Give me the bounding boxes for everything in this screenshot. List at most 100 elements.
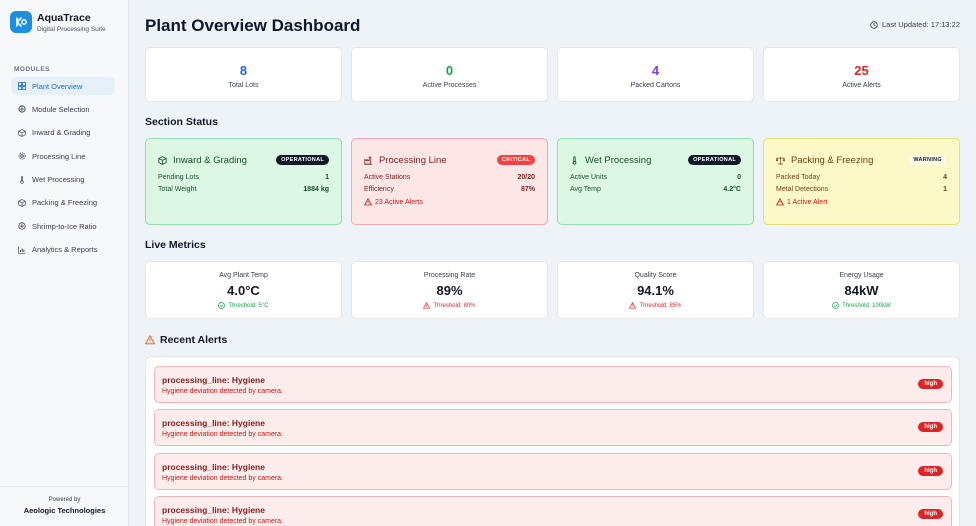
warning-triangle-icon bbox=[145, 335, 155, 345]
aquatrace-logo-icon bbox=[10, 11, 32, 33]
card-row: Avg Temp 4.2°C bbox=[570, 186, 741, 193]
modules-icon bbox=[18, 105, 26, 113]
metric-value: 4.0°C bbox=[227, 283, 260, 298]
status-card-packing-freezing[interactable]: Packing & Freezing WARNING Packed Today 4… bbox=[763, 138, 960, 225]
row-value: 1884 kg bbox=[303, 186, 329, 193]
metric-card-avg-plant-temp: Avg Plant Temp 4.0°C Threshold: 5°C bbox=[145, 261, 342, 319]
card-title: Packing & Freezing bbox=[791, 154, 874, 166]
check-circle-icon bbox=[218, 302, 226, 309]
company-name: Aeologic Technologies bbox=[23, 506, 106, 515]
metric-threshold-text: Threshold: 85% bbox=[639, 302, 682, 309]
severity-badge: high bbox=[918, 509, 943, 519]
sidebar-item-inward-grading[interactable]: Inward & Grading bbox=[11, 124, 115, 142]
status-badge: OPERATIONAL bbox=[688, 155, 741, 165]
gear-icon bbox=[18, 152, 26, 160]
metric-value: 89% bbox=[436, 283, 463, 298]
package-icon bbox=[18, 199, 26, 207]
last-updated-text: Last Updated: 17:13:22 bbox=[882, 20, 960, 29]
metric-threshold: Threshold: 100kW bbox=[764, 302, 959, 309]
row-label: Avg Temp bbox=[570, 186, 601, 193]
alert-item[interactable]: processing_line: Hygiene Hygiene deviati… bbox=[154, 453, 952, 490]
severity-badge: high bbox=[918, 379, 943, 389]
warning-triangle-icon bbox=[629, 302, 637, 309]
sidebar-footer: Powered by Aeologic Technologies bbox=[0, 486, 129, 526]
card-title: Processing Line bbox=[379, 154, 447, 166]
sidebar-item-plant-overview[interactable]: Plant Overview bbox=[11, 77, 115, 95]
sidebar-item-module-selection[interactable]: Module Selection bbox=[11, 100, 115, 118]
alert-item[interactable]: processing_line: Hygiene Hygiene deviati… bbox=[154, 496, 952, 526]
powered-by-label: Powered by bbox=[48, 497, 81, 503]
sidebar-item-packing-freezing[interactable]: Packing & Freezing bbox=[11, 194, 115, 212]
factory-icon bbox=[364, 156, 373, 165]
status-badge: CRITICAL bbox=[496, 155, 535, 165]
sidebar-item-processing-line[interactable]: Processing Line bbox=[11, 147, 115, 165]
row-label: Metal Detections bbox=[776, 186, 829, 193]
sidebar-item-wet-processing[interactable]: Wet Processing bbox=[11, 171, 115, 189]
alert-title: processing_line: Hygiene bbox=[162, 505, 265, 515]
section-status-heading: Section Status bbox=[145, 116, 218, 128]
warning-triangle-icon bbox=[776, 198, 784, 206]
recent-alerts-panel: processing_line: Hygiene Hygiene deviati… bbox=[145, 356, 960, 526]
card-alert: 23 Active Alerts bbox=[364, 198, 535, 206]
metric-threshold: Threshold: 85% bbox=[558, 302, 753, 309]
status-card-inward-grading[interactable]: Inward & Grading OPERATIONAL Pending Lot… bbox=[145, 138, 342, 225]
box-icon bbox=[18, 128, 26, 137]
card-row: Active Stations 20/20 bbox=[364, 174, 535, 181]
row-label: Packed Today bbox=[776, 174, 820, 181]
row-value: 87% bbox=[520, 186, 535, 193]
status-card-processing-line[interactable]: Processing Line CRITICAL Active Stations… bbox=[351, 138, 548, 225]
metric-threshold: Threshold: 80% bbox=[352, 302, 547, 309]
card-row: Efficiency 87% bbox=[364, 186, 535, 193]
status-card-wet-processing[interactable]: Wet Processing OPERATIONAL Active Units 0… bbox=[557, 138, 754, 225]
alert-description: Hygiene deviation detected by camera. bbox=[162, 388, 284, 395]
metric-threshold-text: Threshold: 100kW bbox=[842, 302, 891, 309]
row-value: 0 bbox=[737, 174, 741, 181]
row-label: Pending Lots bbox=[158, 174, 199, 181]
metric-card-processing-rate: Processing Rate 89% Threshold: 80% bbox=[351, 261, 548, 319]
metric-label: Quality Score bbox=[634, 272, 677, 279]
live-metrics-heading: Live Metrics bbox=[145, 239, 206, 251]
metric-value: 84kW bbox=[844, 283, 879, 298]
sidebar-item-label: Packing & Freezing bbox=[32, 198, 98, 208]
severity-badge: high bbox=[918, 422, 943, 432]
brand-subtitle: Digital Processing Suite bbox=[37, 25, 106, 33]
box-icon bbox=[158, 155, 167, 165]
row-value: 4.2°C bbox=[723, 186, 741, 193]
metric-label: Processing Rate bbox=[423, 272, 476, 279]
thermometer-icon bbox=[20, 175, 24, 184]
row-label: Active Units bbox=[570, 174, 607, 181]
card-row: Active Units 0 bbox=[570, 174, 741, 181]
card-title: Inward & Grading bbox=[173, 154, 247, 166]
metric-label: Energy Usage bbox=[839, 272, 884, 279]
row-value: 1 bbox=[325, 174, 329, 181]
brand[interactable]: AquaTrace Digital Processing Suite bbox=[10, 11, 106, 33]
sidebar-nav: Plant Overview Module Selection Inward &… bbox=[11, 77, 115, 264]
metric-threshold-text: Threshold: 80% bbox=[433, 302, 476, 309]
card-row: Pending Lots 1 bbox=[158, 174, 329, 181]
sidebar-item-analytics-reports[interactable]: Analytics & Reports bbox=[11, 241, 115, 259]
sidebar-item-label: Wet Processing bbox=[32, 175, 85, 185]
card-title: Wet Processing bbox=[585, 154, 652, 166]
alert-title: processing_line: Hygiene bbox=[162, 375, 265, 385]
grid-icon bbox=[18, 82, 26, 90]
sidebar-item-label: Module Selection bbox=[32, 104, 90, 114]
warning-triangle-icon bbox=[423, 302, 431, 309]
stat-card-total-lots: 8 Total Lots bbox=[145, 47, 342, 102]
status-badge: OPERATIONAL bbox=[276, 155, 329, 165]
alert-title: processing_line: Hygiene bbox=[162, 418, 265, 428]
scale-icon bbox=[776, 156, 785, 164]
alert-description: Hygiene deviation detected by camera. bbox=[162, 475, 284, 482]
card-row: Packed Today 4 bbox=[776, 174, 947, 181]
sidebar-item-label: Analytics & Reports bbox=[32, 245, 98, 255]
stat-card-active-alerts: 25 Active Alerts bbox=[763, 47, 960, 102]
row-value: 20/20 bbox=[517, 174, 535, 181]
alert-item[interactable]: processing_line: Hygiene Hygiene deviati… bbox=[154, 409, 952, 446]
sidebar-item-shrimp-to-ice-ratio[interactable]: Shrimp-to-Ice Ratio bbox=[11, 217, 115, 235]
alert-description: Hygiene deviation detected by camera. bbox=[162, 431, 284, 438]
stat-label: Packed Cartons bbox=[630, 82, 681, 89]
warning-triangle-icon bbox=[364, 198, 372, 206]
stat-value: 4 bbox=[651, 63, 660, 78]
alert-item[interactable]: processing_line: Hygiene Hygiene deviati… bbox=[154, 366, 952, 403]
sidebar: AquaTrace Digital Processing Suite MODUL… bbox=[0, 0, 129, 526]
metric-threshold-text: Threshold: 5°C bbox=[228, 302, 269, 309]
